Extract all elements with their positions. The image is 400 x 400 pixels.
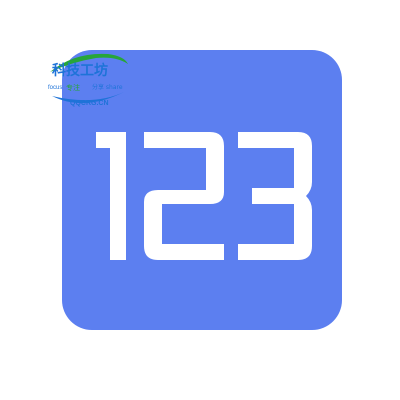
digit-3-glyph: [238, 132, 312, 260]
watermark-domain: QQCRG.CN: [70, 100, 109, 107]
digit-2-glyph: [144, 132, 224, 260]
watermark-title: 科技工坊: [52, 62, 108, 79]
watermark-swoosh: 科技工坊 focus 专注 分享 share QQCRG.CN: [48, 53, 128, 107]
watermark-right-caption: 分享 share: [92, 83, 123, 91]
image-canvas: 123 科技工坊 focus 专注 分享 share QQCRG.CN: [0, 0, 400, 400]
watermark-logo: 科技工坊 focus 专注 分享 share QQCRG.CN: [44, 48, 134, 114]
watermark-left-caption: focus: [48, 85, 62, 91]
digit-1-glyph: [96, 132, 126, 260]
watermark-middle-caption: 专注: [66, 83, 80, 92]
